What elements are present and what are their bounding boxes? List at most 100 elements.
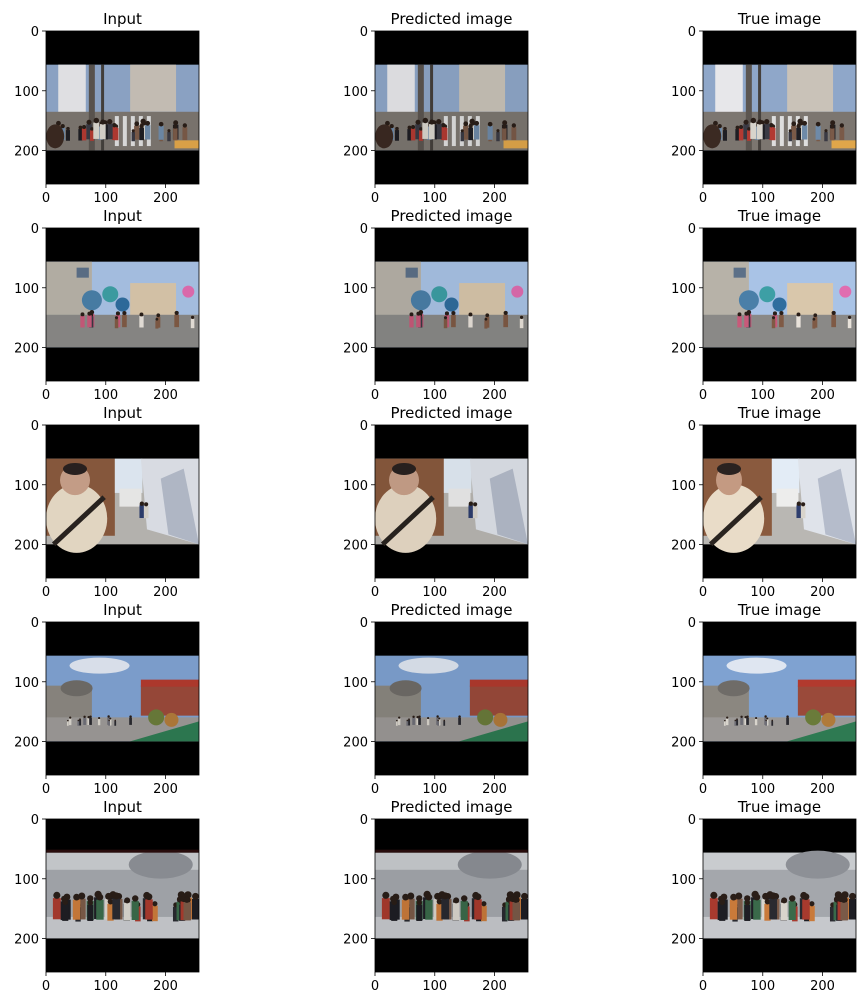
scene-person-head (156, 313, 161, 318)
scene-person (409, 315, 414, 328)
scene-person-head (112, 123, 117, 128)
scene-person (112, 898, 121, 920)
y-tick-label: 100 (671, 282, 696, 297)
scene-person (472, 505, 478, 519)
x-tick-label: 200 (153, 979, 178, 994)
scene-person (815, 125, 821, 140)
image-content (703, 819, 856, 972)
x-tick-label: 200 (810, 388, 835, 403)
scene-person (753, 899, 761, 920)
subplot-title: Predicted image (391, 601, 513, 619)
scene-person (474, 899, 482, 920)
x-tick-label: 200 (482, 388, 507, 403)
subplot: True image 0 100 200 0 100 200 (671, 601, 857, 797)
scene-person (93, 122, 100, 139)
y-tick-label: 100 (671, 873, 696, 888)
scene-person-head (839, 123, 845, 128)
scene-person (771, 721, 774, 726)
scene-person (796, 127, 801, 141)
scene-balloon (115, 297, 130, 312)
scene-person-head (765, 719, 767, 722)
x-tick-label: 100 (93, 585, 118, 600)
scene-dome (389, 680, 422, 697)
subplot-title: True image (737, 404, 821, 422)
scene-dome (60, 680, 93, 697)
scene-person (452, 902, 460, 921)
scene-person-head (502, 120, 508, 126)
scene-alley-man (703, 458, 856, 553)
scene-person (381, 898, 390, 920)
scene-person-head (753, 893, 761, 901)
scene-person-head (734, 719, 737, 722)
scene-person-head (809, 901, 815, 907)
scene-person (183, 902, 191, 921)
scene-person (737, 315, 742, 328)
scene-person-head (726, 716, 729, 719)
scene-balloon (102, 286, 119, 303)
scene-balloon (839, 285, 852, 298)
scene-person-head (781, 897, 788, 904)
scene-foreground-man-hair (717, 462, 742, 475)
scene-person (443, 721, 446, 726)
scene-person-head (750, 117, 757, 124)
image-content (46, 622, 199, 775)
scene-person (123, 902, 131, 921)
scene-person-head (796, 312, 801, 317)
subplot-title: Predicted image (391, 207, 513, 225)
scene-person-head (415, 119, 421, 125)
y-tick-label: 200 (343, 145, 368, 160)
scene-person (709, 898, 718, 920)
scene-person-head (771, 719, 774, 722)
scene-person-head (78, 125, 83, 130)
scene-person (173, 128, 178, 141)
x-tick-label: 0 (699, 585, 707, 600)
subplot: Predicted image 0 100 200 0 100 200 (343, 207, 529, 403)
scene-person (87, 315, 92, 328)
scene-person-head (66, 126, 70, 131)
x-tick-label: 100 (93, 388, 118, 403)
scene-person-head (831, 310, 836, 316)
scene-building (130, 283, 177, 318)
x-tick-label: 100 (93, 782, 118, 797)
scene-person-head (786, 715, 789, 718)
scene-person (395, 721, 398, 726)
scene-person (473, 125, 480, 140)
scene-person-head (788, 129, 792, 133)
scene-person (131, 131, 135, 142)
scene-person-head (409, 312, 414, 317)
scene-street-crossing (703, 64, 856, 151)
y-tick-label: 200 (14, 539, 39, 554)
x-tick-label: 0 (42, 782, 50, 797)
scene-shop (140, 685, 199, 716)
scene-person-head (744, 900, 751, 906)
y-tick-label: 0 (688, 222, 696, 237)
scene-person-head (813, 313, 818, 318)
scene-sky (771, 458, 800, 493)
scene-person (750, 122, 757, 139)
scene-person-head (441, 123, 446, 128)
scene-person (96, 899, 104, 920)
scene-person-head (736, 718, 738, 721)
scene-foreground-man-hair (392, 462, 417, 475)
scene-themepark-street (703, 655, 856, 742)
scene-person-head (519, 315, 524, 319)
scene-person (412, 717, 415, 725)
scene-person-head (461, 895, 468, 902)
scene-person (77, 721, 80, 726)
scene-person (458, 717, 461, 725)
scene-person (786, 717, 789, 725)
scene-person-head (416, 311, 421, 316)
scene-person-head (90, 127, 94, 131)
scene-person (65, 130, 70, 141)
scene-person (114, 318, 119, 329)
y-tick-label: 100 (343, 873, 368, 888)
y-tick-label: 200 (671, 145, 696, 160)
scene-person-head (764, 119, 770, 125)
scene-person-head (458, 715, 461, 718)
y-tick-label: 200 (343, 933, 368, 948)
scene-person-head (812, 317, 816, 321)
scene-sign (797, 679, 856, 687)
scene-person (451, 314, 456, 328)
x-tick-label: 0 (699, 782, 707, 797)
scene-window (405, 267, 418, 278)
